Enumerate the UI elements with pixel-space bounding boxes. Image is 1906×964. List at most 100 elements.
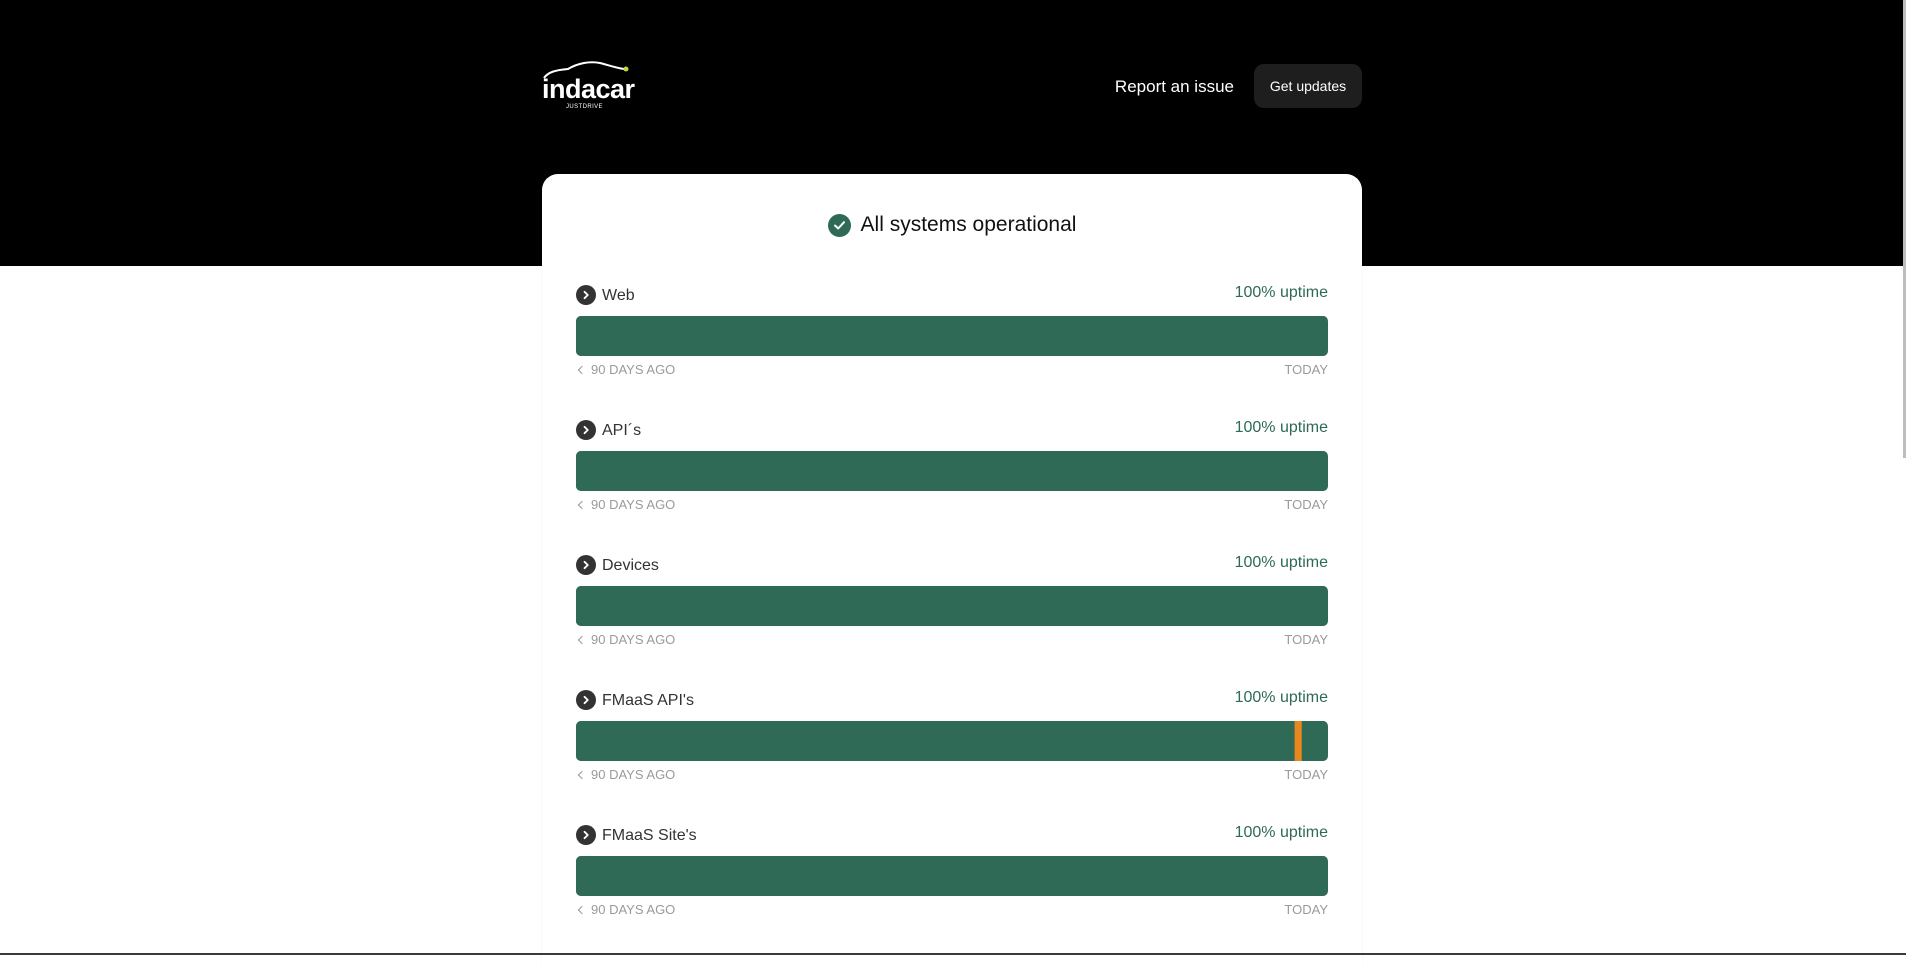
uptime-day[interactable] [926, 316, 935, 356]
uptime-day[interactable] [1236, 586, 1244, 626]
uptime-day[interactable] [993, 316, 1001, 356]
uptime-day[interactable] [1311, 586, 1319, 626]
uptime-day[interactable] [960, 721, 968, 761]
uptime-day[interactable] [617, 721, 625, 761]
uptime-day[interactable] [1244, 721, 1252, 761]
uptime-day[interactable] [1018, 586, 1026, 626]
uptime-day[interactable] [876, 586, 884, 626]
uptime-day[interactable] [609, 586, 617, 626]
uptime-day[interactable] [701, 586, 709, 626]
uptime-day[interactable] [768, 451, 776, 491]
uptime-day[interactable] [860, 316, 868, 356]
uptime-day[interactable] [1302, 451, 1311, 491]
uptime-day[interactable] [1144, 316, 1152, 356]
uptime-day[interactable] [701, 721, 709, 761]
uptime-day[interactable] [835, 721, 843, 761]
uptime-day[interactable] [818, 721, 826, 761]
uptime-day[interactable] [876, 451, 884, 491]
uptime-day[interactable] [1277, 721, 1286, 761]
uptime-day[interactable] [901, 316, 910, 356]
uptime-day[interactable] [1127, 451, 1135, 491]
uptime-day[interactable] [1160, 856, 1169, 896]
uptime-day[interactable] [868, 721, 876, 761]
chevron-right-icon[interactable] [576, 555, 596, 575]
uptime-day[interactable] [609, 316, 617, 356]
report-issue-link[interactable]: Report an issue [1115, 77, 1234, 97]
uptime-day[interactable] [1135, 451, 1143, 491]
uptime-day[interactable] [692, 316, 701, 356]
uptime-day[interactable] [860, 856, 868, 896]
uptime-day[interactable] [1035, 586, 1043, 626]
uptime-day[interactable] [885, 586, 893, 626]
uptime-bar[interactable] [576, 316, 1328, 356]
uptime-day[interactable] [718, 721, 726, 761]
uptime-day[interactable] [1302, 721, 1311, 761]
uptime-day[interactable] [1236, 451, 1244, 491]
uptime-day[interactable] [893, 451, 901, 491]
uptime-day[interactable] [1119, 316, 1127, 356]
uptime-day[interactable] [1177, 586, 1185, 626]
uptime-day[interactable] [676, 586, 684, 626]
uptime-day[interactable] [818, 451, 826, 491]
uptime-day[interactable] [1269, 856, 1277, 896]
uptime-day[interactable] [851, 856, 859, 896]
uptime-day[interactable] [743, 856, 751, 896]
uptime-bar[interactable] [576, 451, 1328, 491]
uptime-day[interactable] [601, 721, 609, 761]
uptime-day[interactable] [968, 316, 976, 356]
uptime-day[interactable] [968, 451, 976, 491]
uptime-day[interactable] [684, 721, 692, 761]
uptime-day[interactable] [1110, 586, 1118, 626]
uptime-day[interactable] [1027, 721, 1035, 761]
uptime-day[interactable] [1094, 721, 1102, 761]
uptime-day[interactable] [609, 451, 617, 491]
uptime-day[interactable] [826, 451, 834, 491]
uptime-day[interactable] [1319, 721, 1327, 761]
uptime-day[interactable] [1127, 586, 1135, 626]
uptime-day[interactable] [576, 721, 584, 761]
uptime-day[interactable] [901, 856, 910, 896]
uptime-day[interactable] [818, 316, 826, 356]
uptime-day[interactable] [759, 586, 767, 626]
uptime-day[interactable] [943, 586, 951, 626]
uptime-day[interactable] [1144, 721, 1152, 761]
uptime-day[interactable] [692, 451, 701, 491]
uptime-day[interactable] [1085, 451, 1093, 491]
uptime-day[interactable] [709, 451, 717, 491]
uptime-day[interactable] [1160, 721, 1169, 761]
uptime-day[interactable] [651, 316, 659, 356]
uptime-day[interactable] [1252, 316, 1260, 356]
uptime-day[interactable] [601, 856, 609, 896]
uptime-day[interactable] [784, 316, 793, 356]
uptime-day[interactable] [701, 316, 709, 356]
uptime-day[interactable] [1194, 721, 1202, 761]
uptime-day[interactable] [642, 586, 650, 626]
uptime-day[interactable] [1294, 586, 1302, 626]
uptime-day[interactable] [1102, 451, 1110, 491]
uptime-day[interactable] [667, 586, 676, 626]
chevron-right-icon[interactable] [576, 825, 596, 845]
uptime-day[interactable] [1261, 721, 1269, 761]
uptime-day[interactable] [1194, 586, 1202, 626]
uptime-day[interactable] [1068, 856, 1077, 896]
uptime-day[interactable] [1052, 586, 1060, 626]
uptime-day[interactable] [1319, 451, 1327, 491]
uptime-day[interactable] [952, 451, 960, 491]
uptime-day[interactable] [1211, 721, 1219, 761]
uptime-day[interactable] [676, 451, 684, 491]
uptime-day[interactable] [726, 856, 734, 896]
uptime-day[interactable] [1311, 451, 1319, 491]
uptime-day[interactable] [935, 316, 943, 356]
uptime-day[interactable] [676, 316, 684, 356]
uptime-day[interactable] [985, 316, 993, 356]
uptime-day[interactable] [726, 721, 734, 761]
uptime-day[interactable] [734, 316, 742, 356]
uptime-day[interactable] [952, 721, 960, 761]
uptime-day[interactable] [1219, 721, 1227, 761]
uptime-day[interactable] [784, 451, 793, 491]
uptime-day[interactable] [885, 316, 893, 356]
uptime-day[interactable] [1244, 586, 1252, 626]
uptime-day[interactable] [1119, 856, 1127, 896]
uptime-day[interactable] [885, 451, 893, 491]
uptime-day[interactable] [1261, 316, 1269, 356]
